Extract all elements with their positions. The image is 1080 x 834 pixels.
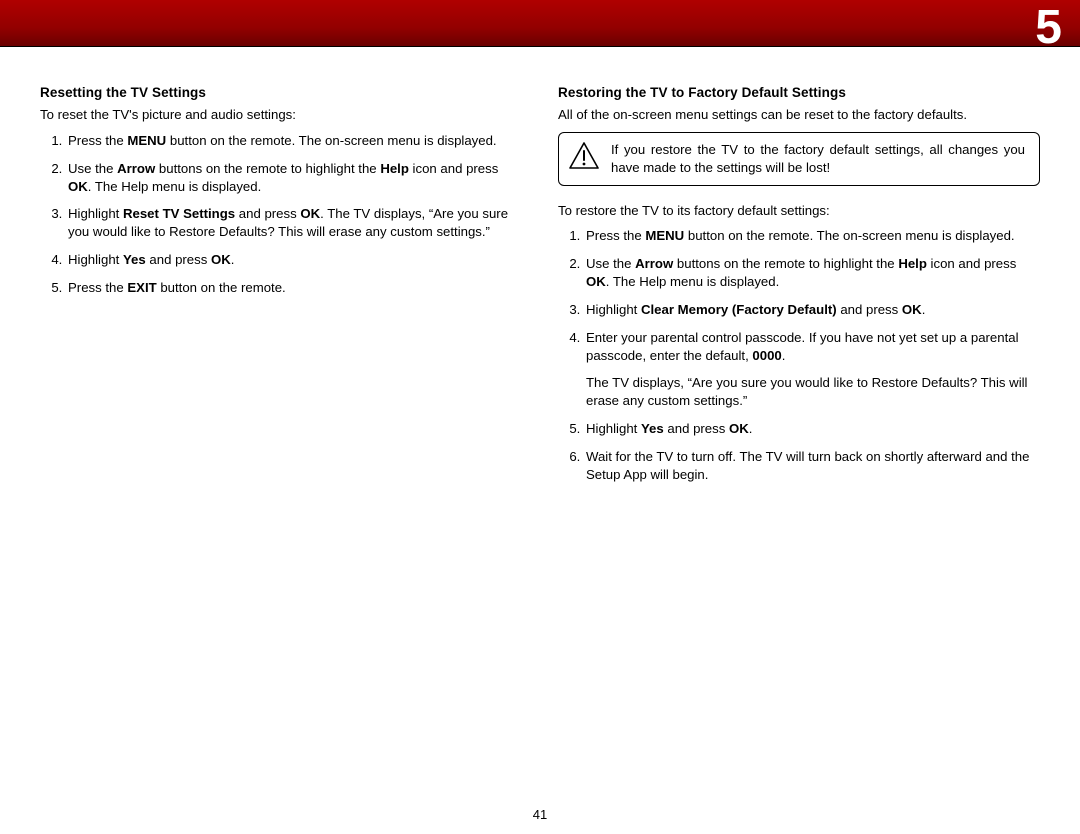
- chapter-number: 5: [1035, 0, 1062, 61]
- steps-restoring: Press the MENU button on the remote. The…: [558, 227, 1040, 483]
- intro-restoring: All of the on-screen menu settings can b…: [558, 106, 1040, 124]
- heading-resetting: Resetting the TV Settings: [40, 84, 522, 102]
- step: Highlight Yes and press OK.: [66, 251, 522, 269]
- step: Wait for the TV to turn off. The TV will…: [584, 448, 1040, 484]
- step: Highlight Yes and press OK.: [584, 420, 1040, 438]
- step: Enter your parental control passcode. If…: [584, 329, 1040, 410]
- page-body: Resetting the TV Settings To reset the T…: [0, 46, 1080, 804]
- steps-resetting: Press the MENU button on the remote. The…: [40, 132, 522, 297]
- step: Use the Arrow buttons on the remote to h…: [584, 255, 1040, 291]
- step: Press the MENU button on the remote. The…: [584, 227, 1040, 245]
- step: Press the MENU button on the remote. The…: [66, 132, 522, 150]
- intro-resetting: To reset the TV's picture and audio sett…: [40, 106, 522, 124]
- chapter-banner: 5: [0, 0, 1080, 46]
- warning-callout: If you restore the TV to the factory def…: [558, 132, 1040, 186]
- heading-restoring: Restoring the TV to Factory Default Sett…: [558, 84, 1040, 102]
- step: Highlight Reset TV Settings and press OK…: [66, 205, 522, 241]
- right-column: Restoring the TV to Factory Default Sett…: [558, 84, 1040, 804]
- warning-text: If you restore the TV to the factory def…: [611, 141, 1025, 177]
- left-column: Resetting the TV Settings To reset the T…: [40, 84, 522, 804]
- page-number: 41: [0, 806, 1080, 824]
- step: Use the Arrow buttons on the remote to h…: [66, 160, 522, 196]
- warning-icon: [569, 142, 599, 175]
- step: Highlight Clear Memory (Factory Default)…: [584, 301, 1040, 319]
- intro2-restoring: To restore the TV to its factory default…: [558, 202, 1040, 220]
- step: Press the EXIT button on the remote.: [66, 279, 522, 297]
